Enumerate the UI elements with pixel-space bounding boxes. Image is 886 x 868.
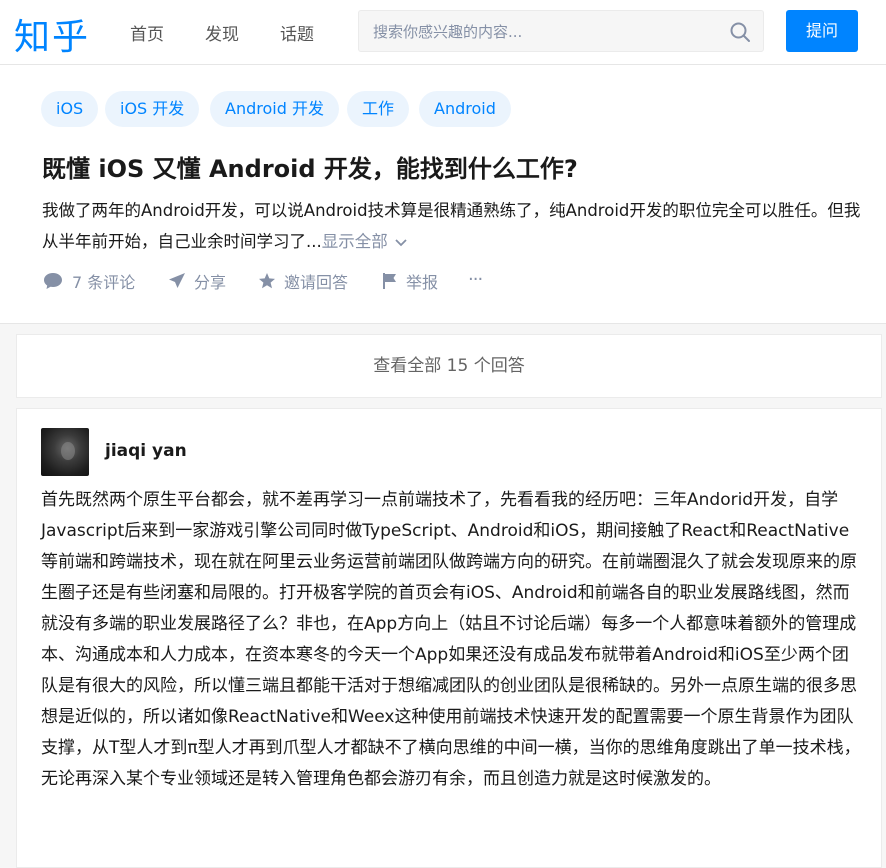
topic-tag-android[interactable]: Android [419,91,511,127]
show-all-button[interactable]: 显示全部 [322,232,408,251]
question-excerpt: 我做了两年的Android开发，可以说Android技术算是很精通熟练了，纯An… [42,195,862,257]
flag-icon [383,273,396,289]
zhihu-logo[interactable]: 知乎 [14,8,90,60]
author-name[interactable]: jiaqi yan [105,441,187,461]
invite-label: 邀请回答 [284,273,349,292]
question-header: iOS iOS 开发 Android 开发 工作 Android 既懂 iOS … [0,65,886,324]
search-icon[interactable] [729,21,751,43]
question-excerpt-text: 我做了两年的Android开发，可以说Android技术算是很精通熟练了，纯An… [42,201,861,251]
answer-card: jiaqi yan 首先既然两个原生平台都会，就不差再学习一点前端技术了，先看看… [16,408,882,868]
view-all-answers-button[interactable]: 查看全部 15 个回答 [16,334,882,398]
answer-content: 首先既然两个原生平台都会，就不差再学习一点前端技术了，先看看我的经历吧：三年An… [41,490,861,789]
share-plane-icon [169,273,185,288]
report-button[interactable]: 举报 [382,269,438,293]
share-button[interactable]: 分享 [168,269,226,293]
report-label: 举报 [406,273,439,292]
comments-label: 7 条评论 [72,273,136,292]
comment-icon [44,273,62,289]
top-navigation-bar: 知乎 首页 发现 话题 提问 [0,0,886,65]
star-icon [259,273,275,289]
share-label: 分享 [194,273,227,292]
author-avatar[interactable] [41,428,89,476]
nav-home[interactable]: 首页 [130,20,164,45]
more-icon: ··· [468,269,483,290]
topic-tag-ios-dev[interactable]: iOS 开发 [105,91,200,127]
show-all-label: 显示全部 [321,232,388,251]
topic-tag-android-dev[interactable]: Android 开发 [210,91,339,127]
topic-tag-ios[interactable]: iOS [41,91,99,127]
topic-tag-work[interactable]: 工作 [347,91,410,127]
ask-question-button[interactable]: 提问 [786,10,858,52]
search-box [358,10,764,53]
question-title: 既懂 iOS 又懂 Android 开发，能找到什么工作? [42,155,578,183]
search-input[interactable] [371,11,715,53]
nav-discover[interactable]: 发现 [205,20,239,45]
chevron-down-icon [395,238,407,246]
invite-answer-button[interactable]: 邀请回答 [258,269,348,293]
more-options-button[interactable]: ··· [468,269,483,290]
comments-button[interactable]: 7 条评论 [42,269,135,293]
nav-topics[interactable]: 话题 [280,20,314,45]
